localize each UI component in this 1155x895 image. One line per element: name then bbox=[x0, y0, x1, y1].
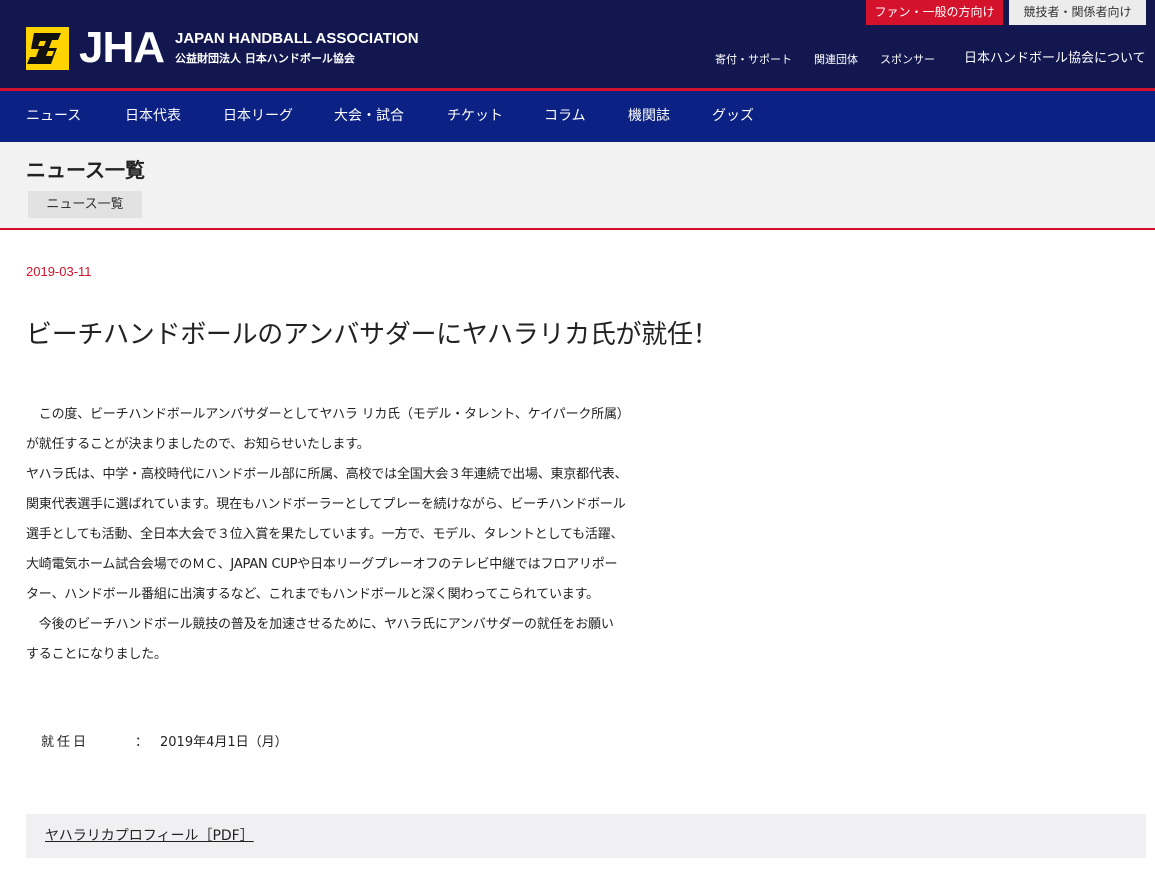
appointment-colon: ： bbox=[135, 735, 149, 750]
nav-sponsor-link[interactable]: スポンサー bbox=[880, 51, 935, 69]
main-nav-japan-league[interactable]: 日本リーグ bbox=[223, 106, 293, 126]
main-nav-national-team[interactable]: 日本代表 bbox=[125, 106, 181, 126]
article-paragraph-line: 選手としても活動、全日本大会で３位入賞を果たしています。一方で、モデル、タレント… bbox=[26, 527, 624, 542]
logo-wordmark[interactable]: JHA bbox=[79, 23, 165, 73]
jha-logo-icon[interactable] bbox=[26, 27, 69, 70]
main-nav-tournaments[interactable]: 大会・試合 bbox=[334, 106, 404, 126]
main-nav-column[interactable]: コラム bbox=[544, 106, 586, 126]
article-paragraph-line: ヤハラ氏は、中学・高校時代にハンドボール部に所属、高校では全国大会３年連続で出場… bbox=[26, 467, 628, 482]
main-nav-news[interactable]: ニュース bbox=[26, 106, 81, 126]
article-paragraph-line: 今後のビーチハンドボール競技の普及を加速させるために、ヤハラ氏にアンバサダーの就… bbox=[26, 617, 614, 632]
article-paragraph-line: 大崎電気ホーム試合会場でのＭＣ、JAPAN CUPや日本リーグプレーオフのテレビ… bbox=[26, 557, 618, 572]
nav-donation-link[interactable]: 寄付・サポート bbox=[715, 51, 792, 69]
main-nav-journal[interactable]: 機関誌 bbox=[628, 106, 670, 126]
article-body: この度、ビーチハンドボールアンバサダーとしてヤハラ リカ氏（モデル・タレント、ケ… bbox=[26, 400, 696, 670]
page-title: ニュース一覧 bbox=[26, 158, 145, 182]
article-date: 2019-03-11 bbox=[26, 264, 92, 279]
main-nav: ニュース 日本代表 日本リーグ 大会・試合 チケット コラム 機関誌 グッズ bbox=[0, 91, 1155, 142]
main-nav-tickets[interactable]: チケット bbox=[447, 106, 503, 126]
profile-pdf-link[interactable]: ヤハラリカプロフィール［PDF］ bbox=[45, 826, 254, 846]
article-paragraph-line: 関東代表選手に選ばれています。現在もハンドボーラーとしてプレーを続けながら、ビー… bbox=[26, 497, 626, 512]
audience-fan-button[interactable]: ファン・一般の方向け bbox=[866, 0, 1003, 25]
nav-related-orgs-link[interactable]: 関連団体 bbox=[814, 51, 858, 69]
section-header bbox=[0, 142, 1155, 228]
breadcrumb[interactable]: ニュース一覧 bbox=[28, 191, 142, 218]
org-name-en: JAPAN HANDBALL ASSOCIATION bbox=[175, 30, 419, 47]
appointment-date: 2019年4月1日（月） bbox=[160, 735, 288, 750]
section-divider bbox=[0, 228, 1155, 230]
appointment-label: 就任日 bbox=[41, 735, 90, 750]
audience-player-button[interactable]: 競技者・関係者向け bbox=[1009, 0, 1146, 25]
article-paragraph-line: が就任することが決まりましたので、お知らせいたします。 bbox=[26, 437, 370, 452]
nav-about-link[interactable]: 日本ハンドボール協会について bbox=[964, 50, 1146, 68]
article-paragraph-line: することになりました。 bbox=[26, 647, 167, 662]
article-paragraph-line: この度、ビーチハンドボールアンバサダーとしてヤハラ リカ氏（モデル・タレント、ケ… bbox=[26, 407, 630, 422]
article-paragraph-line: ター、ハンドボール番組に出演するなど、これまでもハンドボールと深く関わってこられ… bbox=[26, 587, 599, 602]
org-name-ja: 公益財団法人 日本ハンドボール協会 bbox=[175, 52, 355, 65]
article-title: ビーチハンドボールのアンバサダーにヤハラリカ氏が就任！ bbox=[26, 320, 719, 350]
main-nav-goods[interactable]: グッズ bbox=[712, 106, 754, 126]
